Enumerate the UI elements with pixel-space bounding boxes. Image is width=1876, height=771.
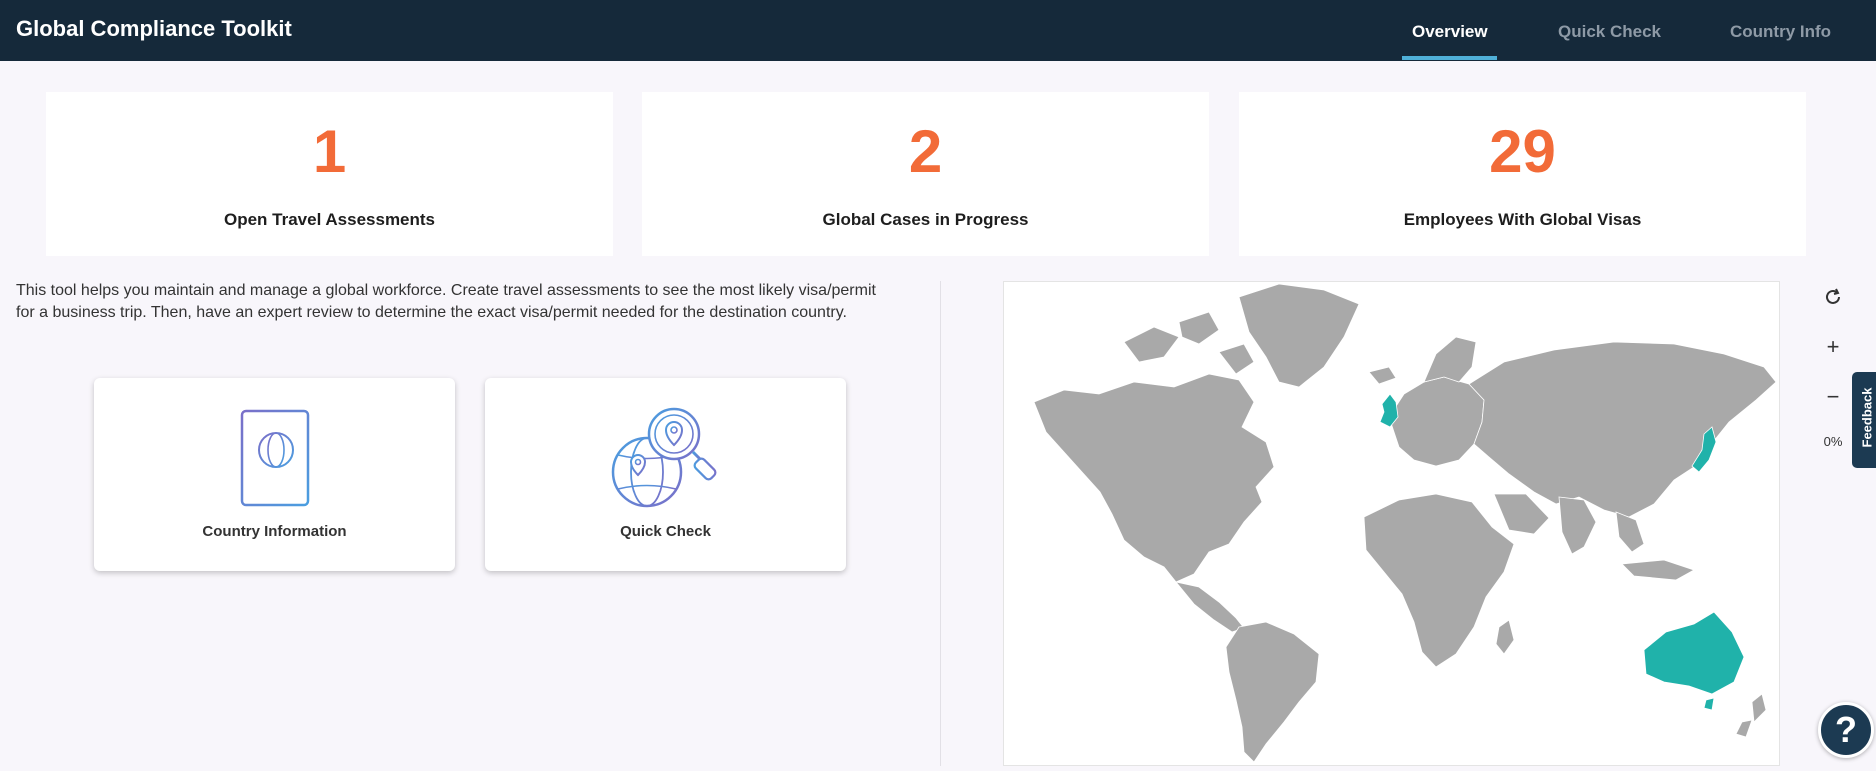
- top-bar: Global Compliance Toolkit Overview Quick…: [0, 0, 1876, 61]
- country-information-label: Country Information: [202, 523, 347, 540]
- feedback-label: Feedback: [1859, 387, 1875, 448]
- map-region-central-america: [1174, 581, 1245, 633]
- intro-description: This tool helps you maintain and manage …: [16, 282, 876, 321]
- tab-quick-check[interactable]: Quick Check: [1558, 22, 1661, 42]
- map-region-africa: [1363, 493, 1515, 668]
- world-map-svg: [1033, 283, 1777, 763]
- tab-country-info[interactable]: Country Info: [1730, 22, 1831, 42]
- passport-icon: [240, 409, 310, 507]
- stat-value: 2: [908, 118, 943, 185]
- map-region-north-america: [1033, 373, 1275, 583]
- map-region-europe: [1388, 376, 1485, 467]
- map-reset-button[interactable]: [1818, 282, 1848, 312]
- map-region-australia: [1643, 611, 1745, 695]
- app-title: Global Compliance Toolkit: [16, 16, 292, 41]
- globe-search-icon: [611, 407, 717, 508]
- help-button[interactable]: ?: [1818, 702, 1874, 758]
- country-information-card[interactable]: Country Information: [94, 378, 455, 571]
- quick-check-label: Quick Check: [620, 523, 711, 540]
- map-zoom-in-button[interactable]: +: [1818, 332, 1848, 362]
- map-region-greenland: [1238, 283, 1360, 388]
- stat-label: Open Travel Assessments: [223, 210, 436, 229]
- quick-check-card[interactable]: Quick Check: [485, 378, 846, 571]
- stat-label: Global Cases in Progress: [822, 210, 1029, 229]
- stat-card-cases-in-progress[interactable]: 2 Global Cases in Progress: [642, 92, 1209, 256]
- map-zoom-level: 0%: [1823, 434, 1843, 449]
- stat-label: Employees With Global Visas: [1403, 210, 1642, 229]
- map-region-asia: [1468, 341, 1777, 518]
- map-region-arctic-islands: [1123, 326, 1180, 363]
- active-tab-indicator: [1402, 56, 1497, 60]
- stat-card-employees-with-visas[interactable]: 29 Employees With Global Visas: [1239, 92, 1806, 256]
- world-map[interactable]: [1003, 281, 1780, 766]
- stat-value: 29: [1489, 118, 1556, 185]
- map-region-india: [1558, 496, 1597, 555]
- refresh-icon: [1826, 288, 1840, 304]
- tab-overview[interactable]: Overview: [1412, 22, 1488, 42]
- map-zoom-out-button[interactable]: −: [1818, 382, 1848, 412]
- stat-value: 1: [312, 118, 347, 185]
- stat-card-open-assessments[interactable]: 1 Open Travel Assessments: [46, 92, 613, 256]
- map-region-south-america: [1225, 621, 1320, 763]
- feedback-tab[interactable]: Feedback: [1852, 372, 1876, 468]
- section-divider: [940, 281, 941, 766]
